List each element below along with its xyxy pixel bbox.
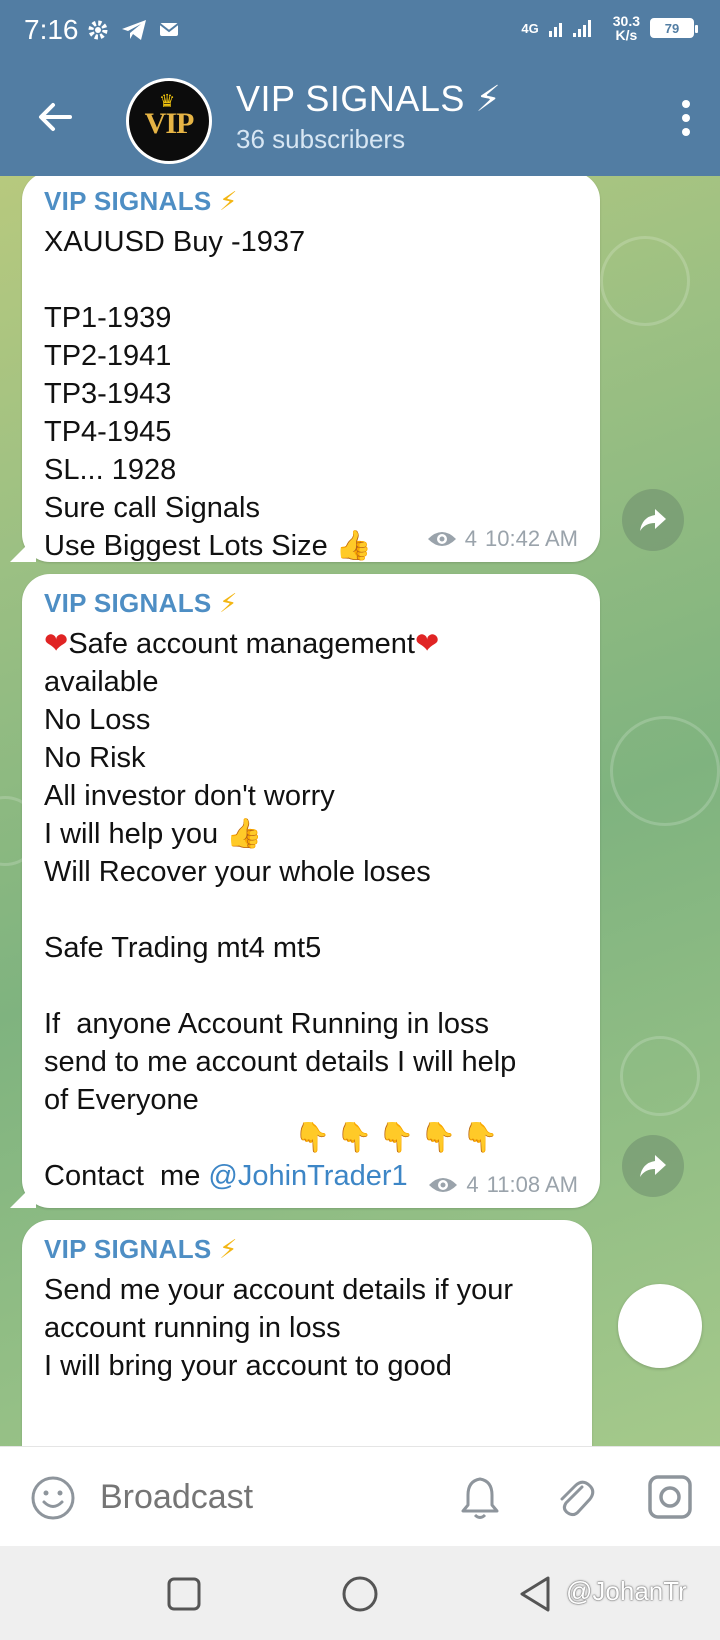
message-line: All investor don't worry (44, 780, 335, 812)
message-line: TP3-1943 (44, 378, 172, 410)
eye-icon (429, 1178, 458, 1192)
channel-header: ♛ VIP VIP SIGNALS ⚡ 36 subscribers (0, 66, 720, 176)
heart-icon: ❤ (44, 628, 69, 660)
message-line: TP2-1941 (44, 340, 172, 372)
message-line: send to me account details I will help (44, 1046, 517, 1078)
speed-value: 30.3 (612, 13, 640, 29)
message-line: I will bring your account to good (44, 1350, 452, 1382)
message-sender[interactable]: VIP SIGNALS ⚡ (44, 588, 578, 619)
telegram-icon (122, 20, 146, 40)
system-nav-bar: @JohanTr (0, 1546, 720, 1640)
nav-back-icon[interactable] (516, 1574, 556, 1614)
emoji-icon[interactable] (30, 1475, 76, 1521)
pointing-down-icon: 👇👇👇👇👇 (294, 1122, 505, 1154)
recents-icon[interactable] (166, 1576, 202, 1612)
contact-link[interactable]: @JohinTrader1 (208, 1160, 407, 1192)
sender-name: VIP SIGNALS (44, 186, 212, 216)
message-line: If anyone Account Running in loss (44, 1008, 489, 1040)
message-line: account running in loss (44, 1312, 341, 1344)
back-arrow-icon[interactable] (34, 96, 76, 138)
bubble-tail (10, 536, 36, 562)
mail-icon (159, 23, 179, 36)
sender-name: VIP SIGNALS (44, 1234, 212, 1264)
message-line (44, 261, 578, 299)
message-bubble[interactable]: VIP SIGNALS ⚡ XAUUSD Buy -1937 TP1-1939 … (10, 176, 600, 562)
message-line: Sure call Signals (44, 492, 260, 524)
home-icon[interactable] (340, 1574, 380, 1614)
background-doodle (610, 716, 720, 826)
share-button[interactable] (622, 489, 684, 551)
status-time: 7:16 (24, 14, 79, 45)
message-bubble[interactable]: VIP SIGNALS ⚡ Send me your account detai… (22, 1220, 592, 1446)
lightning-icon: ⚡ (219, 588, 238, 618)
message-line: SL... 1928 (44, 454, 177, 486)
background-doodle (620, 1036, 700, 1116)
message-text: Use Biggest Lots Size (44, 530, 328, 562)
sender-name: VIP SIGNALS (44, 588, 212, 618)
message-line: ❤Safe account management❤ (44, 625, 578, 663)
message-line: TP4-1945 (44, 416, 172, 448)
channel-name[interactable]: VIP SIGNALS ⚡ (236, 78, 501, 120)
message-line: XAUUSD Buy -1937 (44, 226, 306, 258)
thumbs-up-icon: 👍 (335, 530, 372, 562)
camera-icon[interactable] (646, 1473, 694, 1521)
thumbs-up-icon: 👍 (226, 818, 263, 850)
status-notification-icons (86, 18, 182, 42)
bubble-tail (10, 1182, 36, 1208)
message-sender[interactable]: VIP SIGNALS ⚡ (44, 1234, 570, 1265)
message-line (44, 891, 578, 929)
message-line: Safe Trading mt4 mt5 (44, 932, 322, 964)
message-line: available (44, 666, 159, 698)
lightning-icon: ⚡ (219, 186, 238, 216)
watermark: @JohanTr (566, 1576, 687, 1606)
message-line: TP1-1939 (44, 302, 172, 334)
message-text: Contact me (44, 1160, 209, 1192)
chat-area[interactable]: VIP SIGNALS ⚡ XAUUSD Buy -1937 TP1-1939 … (0, 176, 720, 1446)
view-count: 4 (466, 1172, 479, 1197)
gear-icon (88, 20, 108, 40)
view-count: 4 (464, 526, 478, 551)
message-line: Send me your account details if your (44, 1274, 514, 1306)
scroll-down-button[interactable] (618, 1284, 702, 1368)
more-vertical-icon[interactable] (676, 96, 696, 140)
message-line: of Everyone (44, 1084, 199, 1116)
message-meta: 4 10:42 AM (427, 526, 578, 552)
message-text: I will help you (44, 818, 219, 850)
background-doodle (600, 236, 690, 326)
eye-icon (427, 532, 456, 546)
message-line: No Loss (44, 704, 151, 736)
message-line: I will help you 👍 (44, 815, 578, 853)
share-icon (640, 509, 666, 531)
network-speed: 30.3 K/s (613, 14, 640, 42)
message-time: 11:08 AM (486, 1172, 578, 1197)
lightning-icon: ⚡ (219, 1234, 238, 1264)
broadcast-input[interactable] (100, 1471, 430, 1523)
input-bar (0, 1446, 720, 1546)
message-time: 10:42 AM (485, 526, 578, 551)
network-type: 4G (521, 20, 539, 36)
message-line (44, 967, 578, 1005)
message-bubble[interactable]: VIP SIGNALS ⚡ ❤Safe account management❤ … (10, 574, 600, 1208)
subscriber-count: 36 subscribers (236, 124, 406, 154)
battery-level: 79 (664, 20, 680, 36)
message-sender[interactable]: VIP SIGNALS ⚡ (44, 186, 578, 217)
channel-avatar[interactable]: ♛ VIP (126, 78, 212, 164)
pointing-down-row: 👇👇👇👇👇 (44, 1119, 578, 1157)
status-system-icons: 4G 30.3 K/s 79 (521, 14, 698, 42)
message-meta: 4 11:08 AM (428, 1172, 578, 1198)
speed-unit: K/s (615, 27, 638, 43)
signal-icon (548, 20, 591, 37)
crown-icon: ♛ (159, 91, 176, 111)
share-button[interactable] (622, 1135, 684, 1197)
paperclip-icon[interactable] (552, 1473, 596, 1521)
share-icon (640, 1155, 666, 1177)
message-line: No Risk (44, 742, 146, 774)
message-line: Will Recover your whole loses (44, 856, 431, 888)
battery-icon: 79 (650, 18, 698, 38)
heart-icon: ❤ (414, 628, 440, 660)
bell-icon[interactable] (458, 1473, 502, 1521)
status-bar: 7:16 4G 30.3 K/s 79 (0, 0, 720, 66)
avatar-text: VIP (144, 107, 195, 140)
message-text: Safe account management (68, 628, 415, 660)
